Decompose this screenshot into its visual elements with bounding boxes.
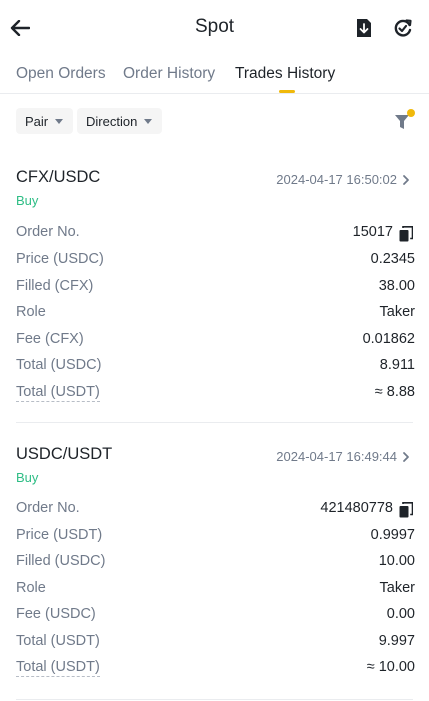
detail-label: Filled (CFX) xyxy=(16,278,94,294)
detail-label: Price (USDC) xyxy=(16,251,104,267)
export-button[interactable] xyxy=(352,15,376,41)
trade-time: 2024-04-17 16:49:44 xyxy=(276,449,397,464)
trade-side: Buy xyxy=(16,193,39,208)
detail-row-role: Role Taker xyxy=(16,580,415,602)
direction-filter-dropdown[interactable]: Direction xyxy=(77,108,163,134)
detail-value: 38.00 xyxy=(378,278,415,294)
tab-open-orders[interactable]: Open Orders xyxy=(16,65,106,83)
detail-label: Order No. xyxy=(16,224,80,240)
download-document-icon xyxy=(357,19,371,37)
detail-label: Fee (USDC) xyxy=(16,606,96,622)
detail-value: 8.911 xyxy=(379,357,415,373)
detail-row-total-usdt: Total (USDT) ≈ 10.00 xyxy=(16,659,415,681)
detail-value: ≈ 10.00 xyxy=(366,659,415,675)
detail-label: Total (USDC) xyxy=(16,357,102,373)
chevron-right-icon[interactable] xyxy=(401,450,411,464)
filter-icon xyxy=(395,109,415,129)
detail-value: ≈ 8.88 xyxy=(374,384,415,400)
detail-value: 0.2345 xyxy=(370,251,415,267)
tab-trades-history[interactable]: Trades History xyxy=(235,65,335,83)
detail-value: 0.01862 xyxy=(362,331,415,347)
trade-pair: CFX/USDC xyxy=(16,168,101,186)
history-tabs: Open Orders Order History Trades History xyxy=(0,56,429,94)
detail-row-filled: Filled (CFX) 38.00 xyxy=(16,278,415,300)
tab-order-history[interactable]: Order History xyxy=(123,65,215,83)
filter-button[interactable] xyxy=(393,108,417,134)
detail-label: Price (USDT) xyxy=(16,527,103,543)
detail-row-filled: Filled (USDC) 10.00 xyxy=(16,553,415,575)
detail-row-role: Role Taker xyxy=(16,304,415,326)
pair-filter-dropdown[interactable]: Pair xyxy=(16,108,74,134)
detail-row-fee: Fee (USDC) 0.00 xyxy=(16,606,415,628)
detail-label: Role xyxy=(16,304,46,320)
detail-row-total-usdt: Total (USDT) ≈ 8.88 xyxy=(16,384,415,406)
detail-row-total: Total (USDT) 9.997 xyxy=(16,633,415,655)
detail-row-order-no: Order No. 15017 xyxy=(16,224,415,246)
detail-label: Fee (CFX) xyxy=(16,331,84,347)
trade-card[interactable]: CFX/USDC Buy 2024-04-17 16:50:02 Order N… xyxy=(16,168,415,404)
detail-value: 0.9997 xyxy=(370,527,415,543)
trade-time: 2024-04-17 16:50:02 xyxy=(276,172,397,187)
card-divider xyxy=(16,699,413,700)
app-header: Spot xyxy=(0,0,429,56)
copy-icon[interactable] xyxy=(399,226,413,242)
order-number-value: 421480778 xyxy=(320,500,393,516)
trade-pair: USDC/USDT xyxy=(16,445,113,463)
order-number-value: 15017 xyxy=(352,224,393,240)
detail-row-fee: Fee (CFX) 0.01862 xyxy=(16,331,415,353)
total-usdt-tooltip-label[interactable]: Total (USDT) xyxy=(16,659,100,677)
filter-bar: Pair Direction xyxy=(0,106,429,136)
active-tab-indicator xyxy=(279,90,295,93)
detail-row-price: Price (USDT) 0.9997 xyxy=(16,527,415,549)
detail-row-order-no: Order No. 421480778 xyxy=(16,500,415,522)
detail-value: 10.00 xyxy=(378,553,415,569)
refresh-check-icon xyxy=(394,19,412,37)
trade-side: Buy xyxy=(16,470,39,485)
pair-filter-label: Pair xyxy=(25,113,49,129)
detail-value: 9.997 xyxy=(378,633,415,649)
copy-icon[interactable] xyxy=(399,502,413,518)
detail-label: Order No. xyxy=(16,500,80,516)
trade-card[interactable]: USDC/USDT Buy 2024-04-17 16:49:44 Order … xyxy=(16,445,415,681)
detail-row-price: Price (USDC) 0.2345 xyxy=(16,251,415,273)
detail-value: Taker xyxy=(379,304,415,320)
detail-value: Taker xyxy=(379,580,415,596)
caret-down-icon xyxy=(55,118,64,124)
detail-label: Role xyxy=(16,580,46,596)
caret-down-icon xyxy=(144,118,153,124)
detail-label: Total (USDT) xyxy=(16,633,100,649)
detail-value: 0.00 xyxy=(386,606,415,622)
direction-filter-label: Direction xyxy=(86,113,138,129)
detail-row-total: Total (USDC) 8.911 xyxy=(16,357,415,379)
detail-label: Filled (USDC) xyxy=(16,553,106,569)
card-divider xyxy=(16,422,413,423)
chevron-right-icon[interactable] xyxy=(401,173,411,187)
refresh-button[interactable] xyxy=(391,15,415,41)
total-usdt-tooltip-label[interactable]: Total (USDT) xyxy=(16,384,100,402)
